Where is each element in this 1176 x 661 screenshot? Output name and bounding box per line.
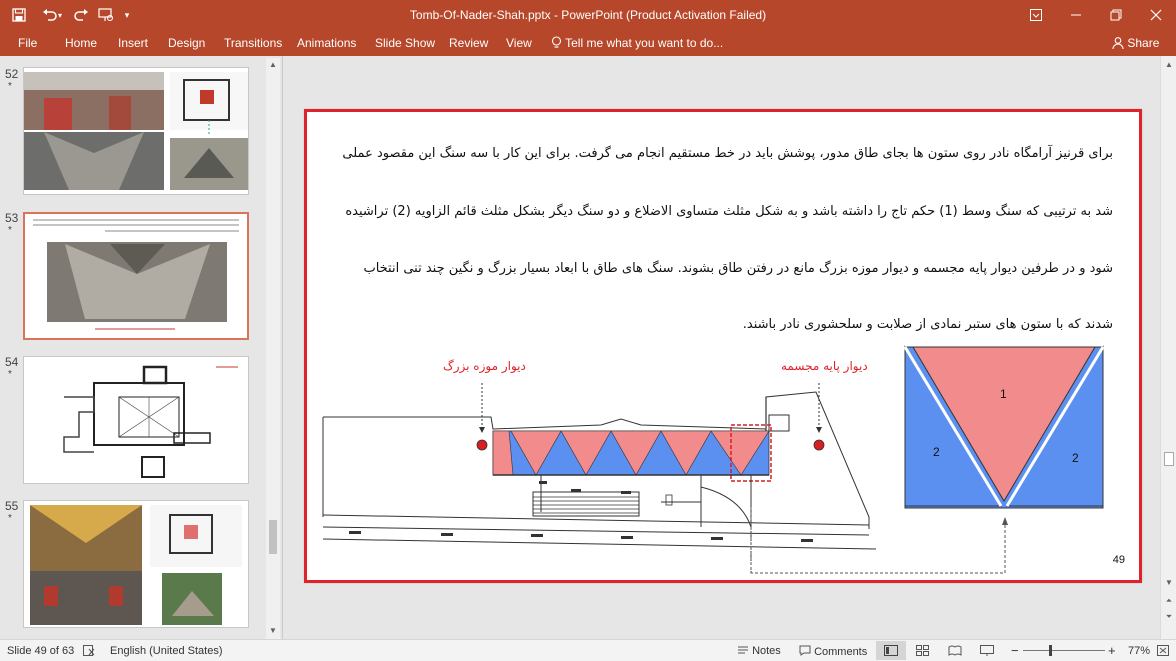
thumbnail-slide-52[interactable] — [23, 67, 249, 195]
thumbnail-number: 53 — [5, 211, 19, 225]
tab-file[interactable]: File — [18, 35, 37, 51]
tab-animations[interactable]: Animations — [297, 35, 356, 51]
thumbnail-number: 54 — [5, 355, 19, 369]
scroll-down-icon[interactable]: ▼ — [267, 626, 279, 635]
ribbon-tab-bar: File Home Insert Design Transitions Anim… — [0, 30, 1176, 56]
thumbnail-54-art — [63, 365, 238, 478]
slide-page-number: 49 — [1112, 554, 1125, 566]
thumbnail-slide-54[interactable] — [23, 356, 249, 484]
roof-triangles — [492, 430, 770, 476]
tab-design[interactable]: Design — [168, 35, 205, 51]
animation-star-icon: * — [8, 513, 12, 524]
triangle-label-2-left: 2 — [933, 445, 940, 459]
tell-me-box[interactable]: Tell me what you want to do... — [551, 35, 723, 51]
normal-view-button[interactable] — [876, 641, 906, 660]
spelling-icon[interactable] — [83, 645, 95, 659]
window-title: Tomb-Of-Nader-Shah.pptx - PowerPoint (Pr… — [409, 8, 767, 22]
animation-star-icon: * — [8, 81, 12, 92]
lightbulb-icon — [551, 36, 562, 48]
person-icon — [1112, 37, 1124, 50]
thumbnail-scrollbar[interactable]: ▲ ▼ — [266, 58, 280, 639]
animation-star-icon: * — [8, 369, 12, 380]
label-statue-wall: دیوار پایه مجسمه — [781, 359, 868, 373]
scroll-up-icon[interactable]: ▲ — [1163, 60, 1175, 69]
status-bar: Slide 49 of 63 English (United States) N… — [0, 639, 1176, 661]
slide-scrollbar[interactable]: ▲ ▼ ⏶ ⏷ — [1160, 56, 1176, 639]
previous-slide-icon[interactable]: ⏶ — [1163, 596, 1175, 606]
zoom-level[interactable]: 77% — [1128, 645, 1150, 657]
tell-me-text: Tell me what you want to do... — [565, 36, 724, 50]
thumbnail-53-art — [33, 219, 239, 330]
thumbnail-slide-53[interactable] — [23, 212, 249, 340]
slide-thumbnail-pane: 52 * 53 * 54 * 55 * ▲ ▼ — [0, 56, 283, 639]
slide-text-line-2: شد به ترتیبی که سنگ وسط (1) حکم تاج را د… — [345, 204, 1113, 219]
title-bar: ▾ ▾ Tomb-Of-Nader-Shah.pptx - PowerPoint… — [0, 0, 1176, 30]
tab-transitions[interactable]: Transitions — [224, 35, 282, 51]
language-indicator[interactable]: English (United States) — [110, 645, 223, 657]
comments-label: Comments — [814, 646, 868, 658]
tab-slide-show[interactable]: Slide Show — [375, 35, 435, 51]
slide-scroll-thumb[interactable] — [1164, 452, 1174, 466]
comments-button[interactable]: Comments — [799, 645, 867, 658]
close-icon[interactable] — [1136, 0, 1176, 30]
share-label: Share — [1127, 36, 1160, 50]
notes-button[interactable]: Notes — [737, 645, 781, 657]
fit-to-window-icon[interactable] — [1157, 645, 1169, 659]
powerpoint-window: ▾ ▾ Tomb-Of-Nader-Shah.pptx - PowerPoint… — [0, 0, 1176, 661]
slide-sorter-icon[interactable] — [916, 645, 929, 659]
notes-label: Notes — [752, 645, 781, 657]
comment-icon — [799, 645, 811, 656]
scroll-down-icon[interactable]: ▼ — [1163, 578, 1175, 587]
normal-view-icon — [884, 645, 898, 656]
tab-insert[interactable]: Insert — [118, 35, 148, 51]
restore-icon[interactable] — [1096, 0, 1136, 30]
slide-text-line-3: شود و در طرفین دیوار پایه مجسمه و دیوار … — [363, 261, 1113, 276]
tab-home[interactable]: Home — [65, 35, 97, 51]
next-slide-icon[interactable]: ⏷ — [1163, 612, 1175, 622]
reading-view-icon[interactable] — [948, 645, 962, 659]
thumbnail-number: 52 — [5, 67, 19, 81]
zoom-slider-thumb[interactable] — [1049, 645, 1052, 656]
triangle-label-1: 1 — [1000, 387, 1007, 401]
zoom-out-icon[interactable]: − — [1011, 643, 1019, 658]
connector-line — [750, 507, 1008, 574]
thumbnail-slide-55[interactable] — [23, 500, 249, 628]
zoom-in-icon[interactable]: + — [1108, 643, 1116, 658]
animation-star-icon: * — [8, 225, 12, 236]
zoom-slider[interactable] — [1023, 650, 1105, 651]
slide-count[interactable]: Slide 49 of 63 — [7, 645, 74, 657]
share-button[interactable]: Share — [1112, 35, 1159, 51]
label-museum-wall: دیوار موزه بزرگ — [443, 359, 526, 373]
slide-text-line-4: شدند که با ستون های ستبر نمادی از صلابت … — [742, 317, 1113, 332]
thumbnail-scroll-thumb[interactable] — [269, 520, 277, 554]
slide-text-line-1: برای قرنیز آرامگاه نادر روی ستون ها بجای… — [342, 146, 1113, 161]
notes-icon — [738, 646, 748, 654]
thumbnail-52-art — [24, 72, 248, 190]
tab-review[interactable]: Review — [449, 35, 488, 51]
tab-view[interactable]: View — [506, 35, 532, 51]
thumbnail-number: 55 — [5, 499, 19, 513]
ribbon-display-icon[interactable] — [1016, 0, 1056, 30]
keystone-triangle-diagram — [903, 345, 1105, 509]
triangle-label-2-right: 2 — [1072, 451, 1079, 465]
slide-edit-area: برای قرنیز آرامگاه نادر روی ستون ها بجای… — [284, 56, 1160, 639]
thumbnail-55-art — [30, 505, 242, 625]
slide-show-icon[interactable] — [980, 645, 994, 659]
current-slide[interactable]: برای قرنیز آرامگاه نادر روی ستون ها بجای… — [304, 109, 1142, 583]
minimize-icon[interactable] — [1056, 0, 1096, 30]
scroll-up-icon[interactable]: ▲ — [267, 60, 279, 69]
